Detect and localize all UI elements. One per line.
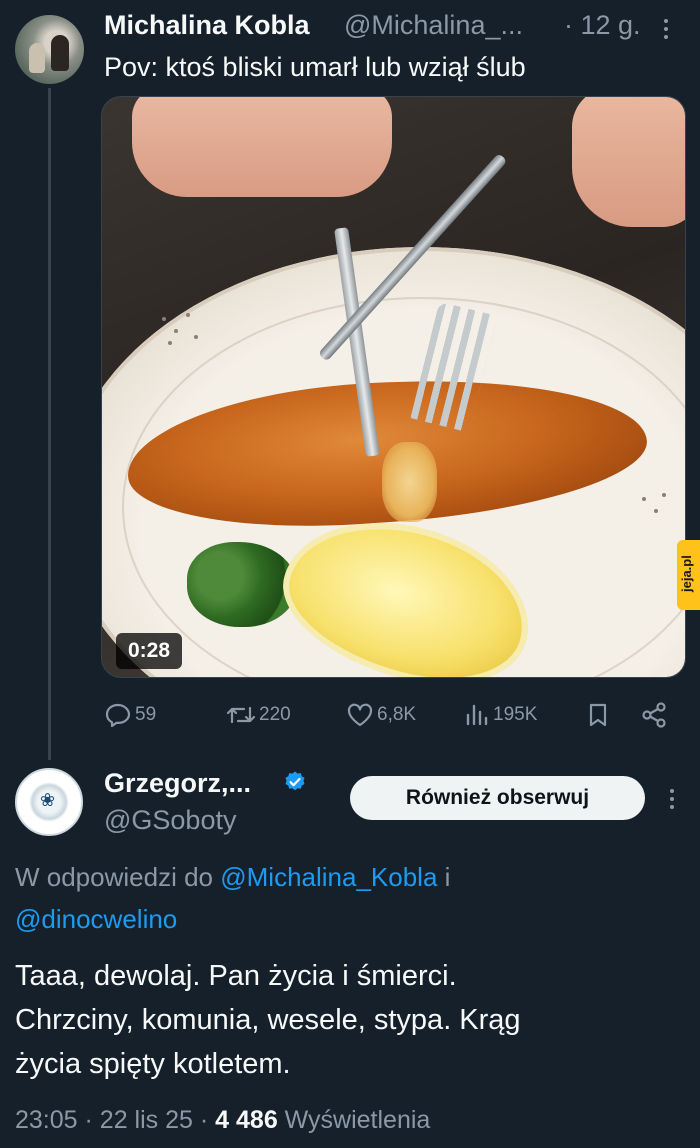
views-count: 195K [493,704,538,725]
retweet-icon [226,706,256,724]
video-duration-badge: 0:28 [116,633,183,669]
logo-icon: ❀ [40,790,56,810]
follow-back-button[interactable]: Również obserwuj [350,776,645,820]
retweet-count: 220 [259,704,291,725]
reply-text: Taaa, dewolaj. Pan życia i śmierci. Chrz… [15,960,521,1080]
like-count: 6,8K [377,704,417,725]
analytics-icon [466,704,488,726]
reply-prefix: W odpowiedzi do [15,862,213,892]
bookmark-button[interactable] [586,702,610,728]
mention-link[interactable]: @dinocwelino [15,904,177,934]
reply-context: W odpowiedzi do @Michalina_Kobla i [15,862,450,893]
views-button[interactable]: 195K [464,702,537,728]
more-options-icon[interactable] [660,784,684,814]
share-icon [642,702,666,728]
thread-connector-line [48,88,51,760]
verified-badge-icon [285,771,305,791]
retweet-button[interactable]: 220 [226,702,291,728]
more-options-icon[interactable] [654,14,678,44]
reply-connector: i [444,862,451,892]
tweet-timestamp[interactable]: · 12 g. [564,10,641,41]
bookmark-icon [589,703,607,727]
author-name[interactable]: Michalina Kobla [104,10,310,41]
tweet-meta: 23:05 · 22 lis 25 · 4 486 Wyświetlenia [15,1106,431,1134]
avatar[interactable]: ❀ [15,768,83,836]
reply-author-handle[interactable]: @GSoboty [104,805,236,836]
reply-context-line2: @dinocwelino [15,904,177,935]
mention-link[interactable]: @Michalina_Kobla [220,862,437,892]
reply-author-name[interactable]: Grzegorz,... [104,768,251,799]
video-player[interactable]: 0:28 [101,96,686,678]
tweet-action-bar: 59 220 6,8K 195K [104,698,674,732]
reply-time[interactable]: 23:05 [15,1106,78,1134]
hand-image [572,97,685,227]
tweet-text: Pov: ktoś bliski umarł lub wziął ślub [104,52,526,82]
heart-icon [347,703,373,727]
views-count: 4 486 [215,1106,278,1134]
like-button[interactable]: 6,8K [346,702,416,728]
reply-button[interactable]: 59 [104,702,156,728]
avatar[interactable] [15,15,84,84]
views-label: Wyświetlenia [284,1106,431,1134]
hand-image [132,97,392,197]
share-button[interactable] [640,702,668,728]
reply-count: 59 [135,704,157,725]
reply-icon [105,703,131,728]
watermark-logo: jeja.pl [677,540,700,610]
reply-date[interactable]: 22 lis 25 [100,1106,193,1134]
author-handle[interactable]: @Michalina_... [344,10,523,41]
parsley-image [187,542,297,627]
